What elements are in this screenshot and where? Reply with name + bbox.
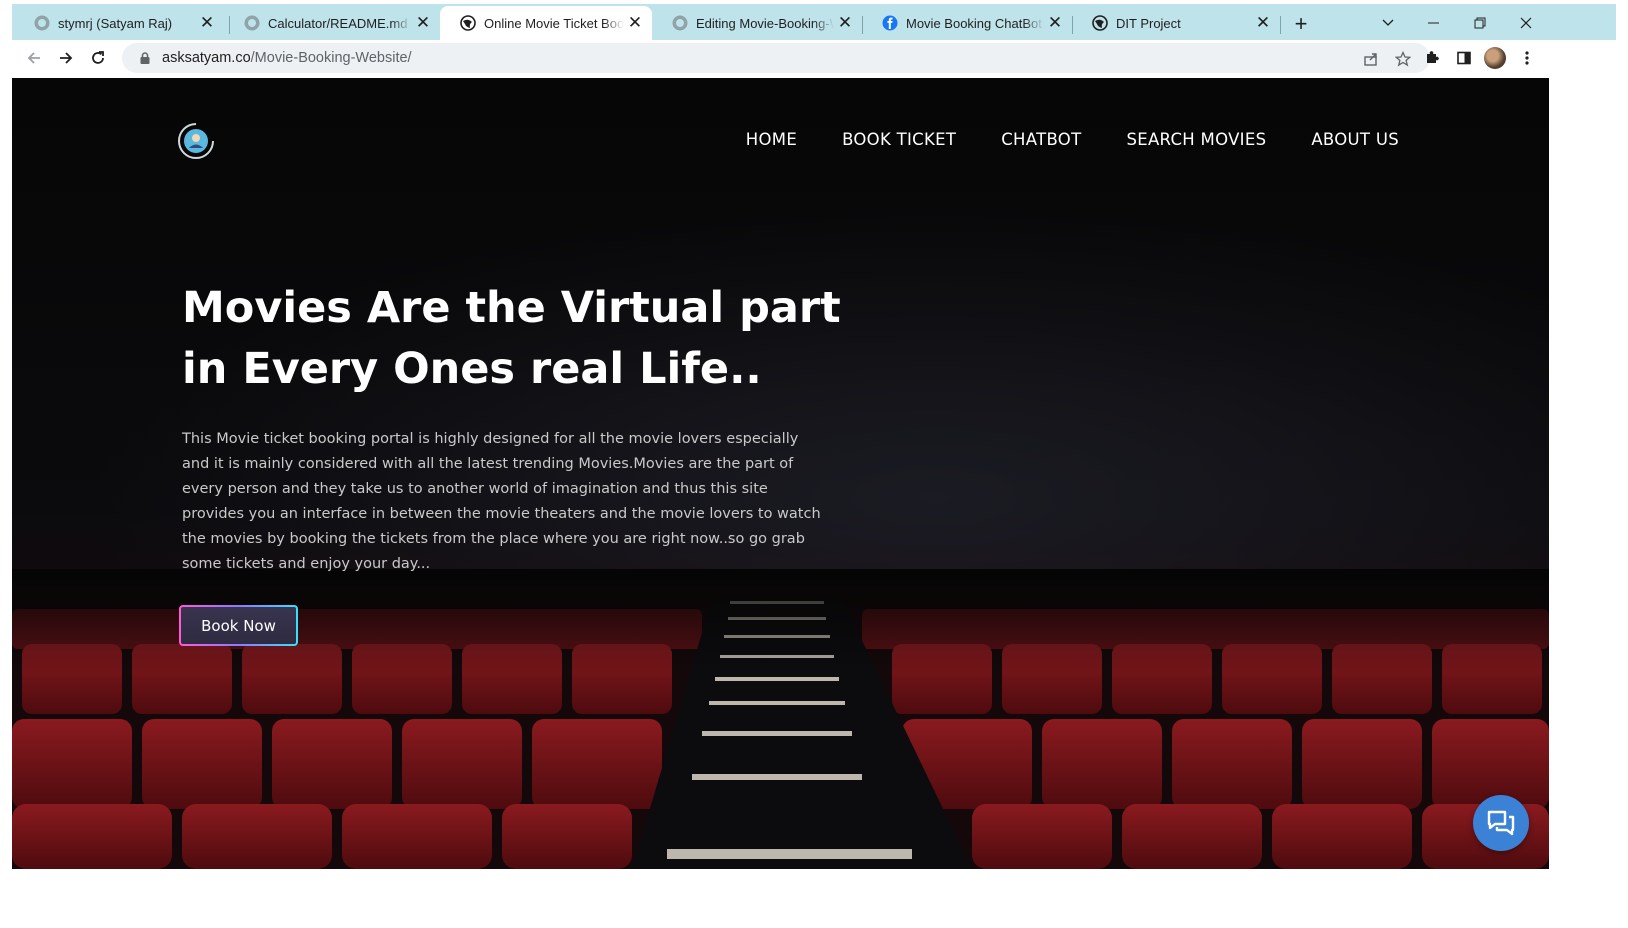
arrow-left-icon bbox=[27, 52, 40, 64]
restore-icon bbox=[1474, 17, 1486, 29]
nav-chatbot[interactable]: CHATBOT bbox=[1001, 130, 1081, 149]
hero-description: This Movie ticket booking portal is high… bbox=[182, 431, 821, 572]
minimize-button[interactable] bbox=[1414, 8, 1454, 38]
tab-separator bbox=[1280, 16, 1281, 34]
close-icon[interactable]: ✕ bbox=[196, 12, 218, 34]
url-path: /Movie-Booking-Website/ bbox=[250, 50, 412, 66]
url-host: asksatyam.co bbox=[162, 50, 251, 66]
facebook-icon bbox=[882, 15, 898, 31]
tab-strip: stymrj (Satyam Raj) ✕ Calculator/README.… bbox=[12, 4, 1616, 40]
url-text: asksatyam.co/Movie-Booking-Website/ bbox=[162, 50, 412, 66]
side-panel-button[interactable] bbox=[1452, 46, 1476, 70]
side-panel-icon bbox=[1457, 51, 1471, 65]
globe-icon bbox=[460, 15, 476, 31]
nav-home[interactable]: HOME bbox=[746, 130, 797, 149]
minimize-icon bbox=[1428, 22, 1439, 24]
tab-title: Movie Booking ChatBot | DIT bbox=[906, 15, 1044, 31]
tab-title: Online Movie Ticket Booking bbox=[484, 15, 624, 31]
forward-button[interactable] bbox=[52, 44, 80, 72]
puzzle-icon bbox=[1427, 51, 1439, 63]
browser-toolbar: asksatyam.co/Movie-Booking-Website/ bbox=[12, 40, 1616, 76]
close-icon[interactable]: ✕ bbox=[834, 12, 856, 34]
share-icon bbox=[1364, 53, 1377, 66]
nav-about-us[interactable]: ABOUT US bbox=[1311, 130, 1399, 149]
page-viewport: HOME BOOK TICKET CHATBOT SEARCH MOVIES A… bbox=[12, 78, 1549, 869]
tab-dit-project[interactable]: DIT Project ✕ bbox=[1072, 6, 1280, 40]
tab-editing-repo[interactable]: Editing Movie-Booking-Website ✕ bbox=[652, 6, 862, 40]
tab-search-button[interactable] bbox=[1368, 8, 1408, 38]
hero-title: Movies Are the Virtual part in Every One… bbox=[182, 283, 841, 394]
github-icon bbox=[244, 15, 260, 31]
new-tab-button[interactable]: + bbox=[1287, 10, 1315, 38]
tab-movie-booking[interactable]: Online Movie Ticket Booking ✕ bbox=[440, 6, 652, 40]
site-logo[interactable] bbox=[177, 122, 215, 160]
globe-icon bbox=[1092, 15, 1108, 31]
arrow-right-icon bbox=[60, 52, 73, 64]
tab-title: DIT Project bbox=[1116, 15, 1181, 31]
nav-search-movies[interactable]: SEARCH MOVIES bbox=[1126, 130, 1266, 149]
back-button[interactable] bbox=[20, 44, 48, 72]
main-nav: HOME BOOK TICKET CHATBOT SEARCH MOVIES A… bbox=[746, 130, 1399, 149]
chat-widget-button[interactable] bbox=[1473, 795, 1529, 851]
close-window-button[interactable] bbox=[1506, 8, 1546, 38]
profile-avatar[interactable] bbox=[1484, 47, 1506, 69]
plus-icon: + bbox=[1294, 11, 1308, 36]
close-icon[interactable]: ✕ bbox=[624, 12, 646, 34]
github-icon bbox=[672, 15, 688, 31]
tab-calculator-readme[interactable]: Calculator/README.md at main ✕ bbox=[224, 6, 440, 40]
browser-chrome: stymrj (Satyam Raj) ✕ Calculator/README.… bbox=[12, 0, 1616, 78]
chevron-down-icon bbox=[1382, 19, 1394, 26]
tab-title: Calculator/README.md at main bbox=[268, 15, 412, 31]
close-icon bbox=[1520, 17, 1532, 29]
close-icon[interactable]: ✕ bbox=[1252, 12, 1274, 34]
kebab-menu-icon bbox=[1525, 51, 1529, 65]
share-button[interactable] bbox=[1362, 50, 1380, 68]
tab-chatbot[interactable]: Movie Booking ChatBot | DIT ✕ bbox=[862, 6, 1072, 40]
extensions-button[interactable] bbox=[1420, 46, 1444, 70]
nav-book-ticket[interactable]: BOOK TICKET bbox=[842, 130, 956, 149]
tab-github-profile[interactable]: stymrj (Satyam Raj) ✕ bbox=[14, 6, 224, 40]
tab-title: Editing Movie-Booking-Website bbox=[696, 15, 834, 31]
close-icon[interactable]: ✕ bbox=[412, 12, 434, 34]
chat-bubbles-icon bbox=[1487, 810, 1515, 836]
restore-button[interactable] bbox=[1460, 8, 1500, 38]
menu-button[interactable] bbox=[1515, 46, 1539, 70]
bookmark-button[interactable] bbox=[1394, 50, 1412, 68]
github-icon bbox=[34, 15, 50, 31]
tab-title: stymrj (Satyam Raj) bbox=[58, 15, 173, 31]
star-icon bbox=[1395, 51, 1411, 67]
reload-button[interactable] bbox=[84, 44, 112, 72]
reload-icon bbox=[92, 51, 104, 64]
lock-icon bbox=[140, 52, 150, 64]
address-bar[interactable]: asksatyam.co/Movie-Booking-Website/ bbox=[122, 43, 1430, 73]
close-icon[interactable]: ✕ bbox=[1044, 12, 1066, 34]
book-now-button[interactable]: Book Now bbox=[179, 605, 298, 646]
